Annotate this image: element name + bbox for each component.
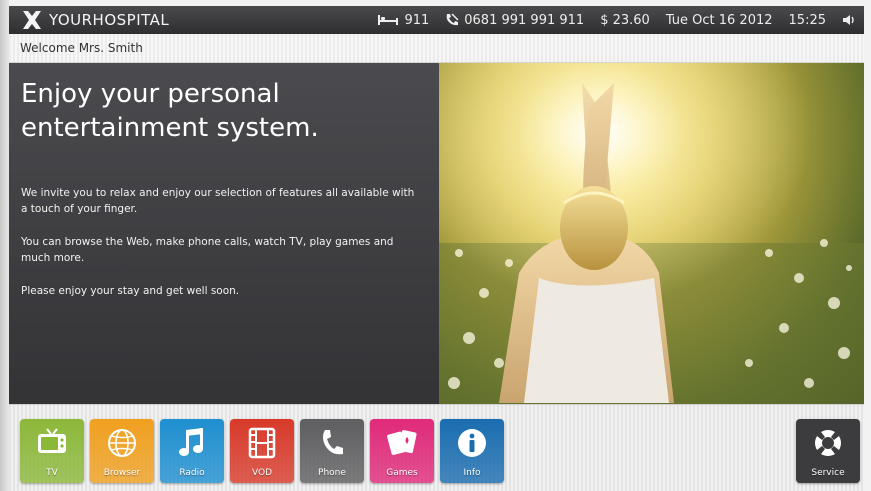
headline: Enjoy your personal entertainment system…	[21, 79, 319, 143]
tile-label: VOD	[251, 468, 272, 478]
tile-label: Browser	[103, 468, 141, 478]
tile-label: Info	[463, 468, 481, 478]
cards-icon	[387, 430, 417, 455]
left-edge	[0, 0, 9, 491]
meadow-woman-illustration	[439, 63, 864, 404]
emergency-number: 911	[404, 12, 430, 28]
intro-panel: Enjoy your personal entertainment system…	[9, 63, 439, 404]
hero-image	[439, 63, 864, 404]
service-tile-button[interactable]: Service	[796, 419, 860, 483]
date-text: Tue Oct 16 2012	[665, 12, 773, 28]
globe-icon	[108, 429, 136, 457]
cross-logo-icon	[23, 11, 41, 29]
tv-icon	[38, 428, 66, 453]
brand-name: YOURHOSPITAL	[49, 11, 170, 29]
intro-paragraph: You can browse the Web, make phone calls…	[21, 236, 394, 264]
phone-handset-icon	[446, 13, 459, 26]
lifebuoy-icon	[815, 430, 841, 456]
welcome-message: Welcome Mrs. Smith	[20, 41, 143, 55]
phone-icon	[323, 430, 343, 455]
tile-label: TV	[46, 468, 58, 478]
bed-icon	[378, 15, 399, 25]
phone-number: 0681 991 991 911	[464, 12, 585, 28]
intro-paragraph: Please enjoy your stay and get well soon…	[21, 285, 240, 297]
browser-tile-button[interactable]: Browser	[90, 419, 154, 483]
intro-paragraph: We invite you to relax and enjoy our sel…	[21, 187, 415, 215]
games-tile-button[interactable]: Games	[370, 419, 434, 483]
brand-logo: YOURHOSPITAL	[19, 6, 169, 34]
tile-label: Service	[811, 468, 845, 478]
tv-tile-button[interactable]: TV	[20, 419, 84, 483]
time-status: 15:25	[789, 13, 826, 28]
tile-label: Phone	[318, 468, 346, 478]
balance-status[interactable]: $ 23.60	[600, 13, 650, 28]
music-note-icon	[179, 428, 203, 456]
welcome-bar: Welcome Mrs. Smith	[9, 34, 864, 63]
info-icon	[458, 429, 486, 457]
hospital-entertainment-screen: YOURHOSPITAL 911 0681 991 991 911 $ 23.6…	[0, 0, 871, 491]
status-area: 911 0681 991 991 911 $ 23.60 Tue Oct 16 …	[377, 6, 864, 34]
film-icon	[248, 427, 276, 459]
date-status: Tue Oct 16 2012	[666, 13, 773, 28]
phone-status[interactable]: 0681 991 991 911	[445, 13, 584, 28]
time-text: 15:25	[788, 12, 826, 28]
app-dock: TV Browser Radio VOD Phone Games Info Se…	[9, 404, 864, 491]
balance-amount: $ 23.60	[600, 12, 650, 28]
tile-label: Radio	[179, 468, 205, 478]
main-content: Enjoy your personal entertainment system…	[9, 63, 864, 404]
tile-label: Games	[386, 468, 418, 478]
radio-tile-button[interactable]: Radio	[160, 419, 224, 483]
vod-tile-button[interactable]: VOD	[230, 419, 294, 483]
volume-icon[interactable]	[842, 14, 856, 26]
info-tile-button[interactable]: Info	[440, 419, 504, 483]
phone-tile-button[interactable]: Phone	[300, 419, 364, 483]
emergency-status[interactable]: 911	[377, 13, 429, 28]
top-bar: YOURHOSPITAL 911 0681 991 991 911 $ 23.6…	[9, 6, 864, 34]
